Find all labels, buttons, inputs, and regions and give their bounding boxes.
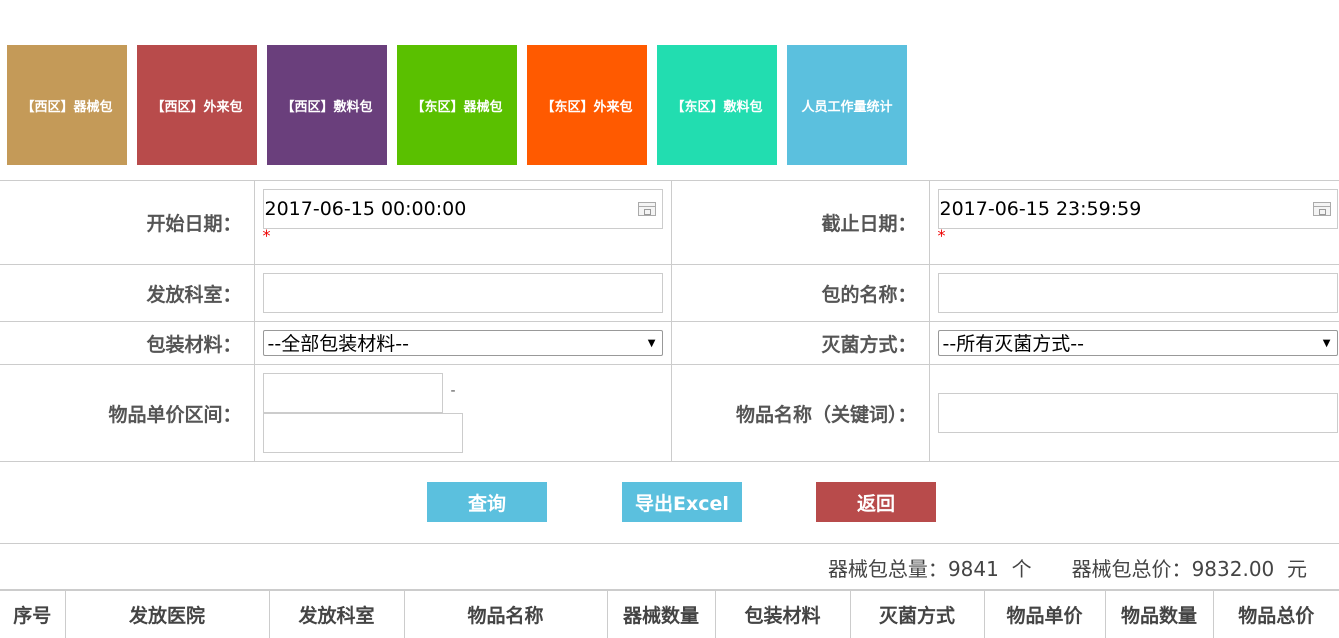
- query-button[interactable]: 查询: [427, 482, 547, 522]
- sterilize-select[interactable]: --所有灭菌方式-- ▼: [938, 330, 1338, 356]
- total-price-label: 器械包总价：: [1072, 557, 1192, 581]
- divider: [0, 543, 1339, 544]
- pkg-name-label: 包的名称：: [671, 265, 929, 322]
- material-label: 包装材料：: [0, 322, 254, 365]
- price-range-label: 物品单价区间：: [0, 365, 254, 462]
- calendar-icon[interactable]: [638, 202, 656, 216]
- dept-label: 发放科室：: [0, 265, 254, 322]
- material-select[interactable]: --全部包装材料-- ▼: [263, 330, 663, 356]
- keyword-label: 物品名称（关键词）：: [671, 365, 929, 462]
- total-qty-value: 9841: [948, 557, 999, 581]
- tile-east-dressing-pack[interactable]: 【东区】敷料包: [657, 45, 777, 165]
- total-price-value: 9832.00: [1192, 557, 1275, 581]
- start-date-value: 2017-06-15 00:00:00: [265, 198, 467, 220]
- dropdown-arrow-icon: ▼: [1323, 331, 1331, 357]
- tile-east-instrument-pack[interactable]: 【东区】器械包: [397, 45, 517, 165]
- tile-staff-workload[interactable]: 人员工作量统计: [787, 45, 907, 165]
- tile-west-external-pack[interactable]: 【西区】外来包: [137, 45, 257, 165]
- tile-west-instrument-pack[interactable]: 【西区】器械包: [7, 45, 127, 165]
- export-excel-button[interactable]: 导出Excel: [622, 482, 742, 522]
- sterilize-select-value: --所有灭菌方式--: [943, 333, 1084, 355]
- end-date-input[interactable]: 2017-06-15 23:59:59: [938, 189, 1338, 229]
- dept-input[interactable]: [263, 273, 663, 313]
- start-date-label: 开始日期：: [0, 181, 254, 265]
- start-date-input[interactable]: 2017-06-15 00:00:00: [263, 189, 663, 229]
- dropdown-arrow-icon: ▼: [648, 331, 656, 357]
- required-mark: *: [938, 229, 1339, 243]
- search-form: 开始日期： 2017-06-15 00:00:00 * 截止日期： 2017-0…: [0, 180, 1339, 462]
- back-button[interactable]: 返回: [816, 482, 936, 522]
- pkg-name-input[interactable]: [938, 273, 1338, 313]
- sterilize-label: 灭菌方式：: [671, 322, 929, 365]
- calendar-icon[interactable]: [1313, 202, 1331, 216]
- module-tiles: 【西区】器械包 【西区】外来包 【西区】敷料包 【东区】器械包 【东区】外来包 …: [7, 45, 917, 165]
- material-select-value: --全部包装材料--: [268, 333, 409, 355]
- end-date-label: 截止日期：: [671, 181, 929, 265]
- total-price-unit: 元: [1287, 557, 1307, 581]
- tile-west-dressing-pack[interactable]: 【西区】敷料包: [267, 45, 387, 165]
- tile-east-external-pack[interactable]: 【东区】外来包: [527, 45, 647, 165]
- keyword-input[interactable]: [938, 393, 1338, 433]
- price-max-input[interactable]: [263, 413, 463, 453]
- summary: 器械包总量：9841 个 器械包总价：9832.00 元: [828, 553, 1307, 582]
- total-qty-unit: 个: [1012, 557, 1032, 581]
- total-qty-label: 器械包总量：: [828, 557, 948, 581]
- range-dash: -: [451, 383, 456, 399]
- price-min-input[interactable]: [263, 373, 443, 413]
- end-date-value: 2017-06-15 23:59:59: [940, 198, 1142, 220]
- required-mark: *: [263, 229, 671, 243]
